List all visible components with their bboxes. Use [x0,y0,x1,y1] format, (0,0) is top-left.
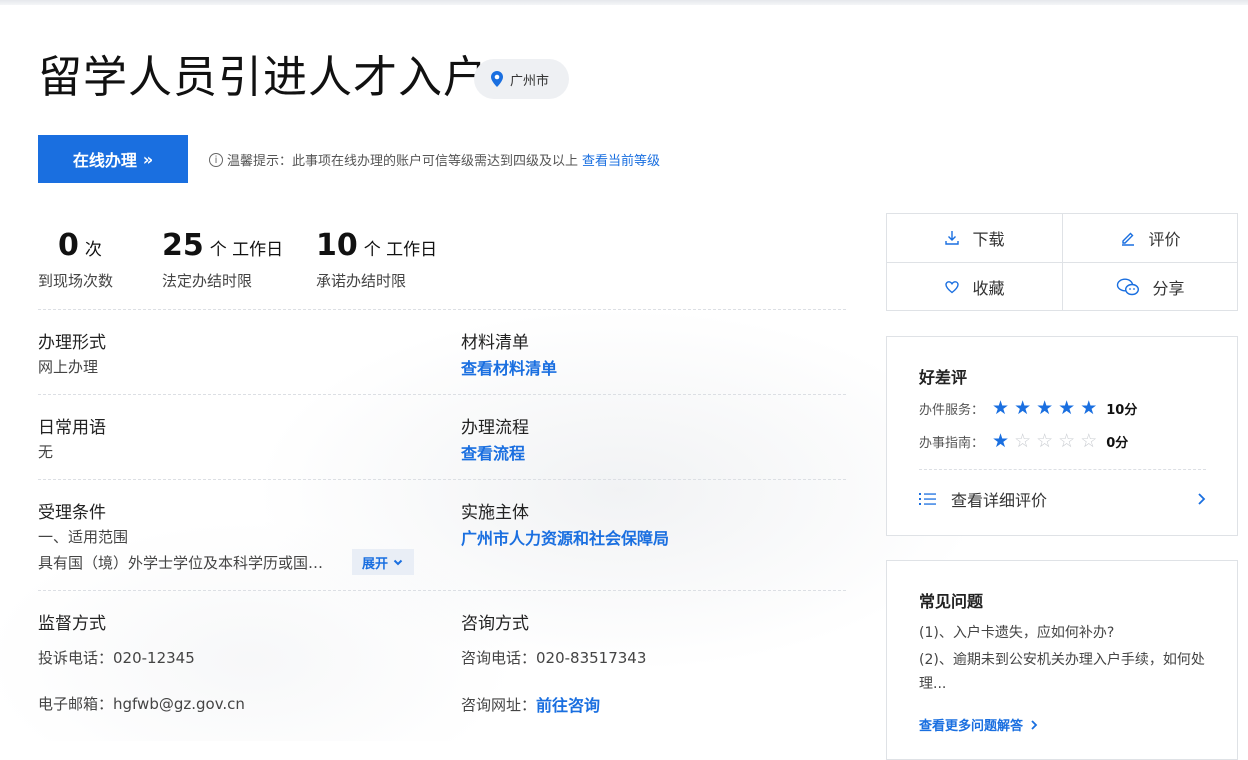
city-badge[interactable]: 广州市 [474,59,570,99]
divider [38,309,846,310]
stat-legal-num: 25 [162,228,204,263]
materials-title: 材料清单 [461,333,529,353]
consult-site-label: 咨询网址： [461,695,537,714]
star-filled-icon: ★ [1014,397,1032,419]
online-apply-label: 在线办理 [72,151,137,170]
top-border [0,0,1248,5]
rating-label: 办件服务： [919,402,985,418]
supervision-email: 电子邮箱：hgfwb@gz.gov.cn [38,695,245,713]
rating-title: 好差评 [919,368,968,387]
stat-promised-limit: 10 个 工作日 承诺办结时限 [316,228,437,291]
view-detail-label: 查看详细评价 [951,491,1048,510]
download-label: 下载 [972,230,1005,249]
divider [38,394,846,395]
heart-icon [945,281,960,294]
consult-site-link[interactable]: 前往咨询 [536,692,600,716]
rate-button[interactable]: 评价 [1063,214,1238,262]
star-rating: ★ ★ ★ ★ ★ [992,398,1102,418]
list-icon [919,493,936,505]
rating-label: 办事指南： [919,435,985,451]
info-icon: i [209,152,223,167]
star-empty-icon: ☆ [1036,430,1054,452]
location-pin-icon [491,71,503,87]
consult-phone: 咨询电话：020-83517343 [461,649,647,667]
wechat-icon [1117,278,1140,296]
chevron-right-icon [1198,493,1206,505]
terms-value: 无 [38,443,54,461]
chevron-right-icon [1031,719,1038,730]
rating-score: 0分 [1106,435,1129,451]
consult-title: 咨询方式 [461,614,529,634]
star-filled-icon: ★ [992,430,1010,452]
form-value: 网上办理 [38,358,99,376]
stat-promised-num: 10 [316,228,358,263]
star-filled-icon: ★ [1080,397,1098,419]
stat-promised-unit: 个 工作日 [363,240,438,260]
stat-visits: 0次 到现场次数 [38,228,113,291]
expand-label: 展开 [361,556,388,572]
divider [38,590,846,591]
rate-label: 评价 [1148,230,1181,249]
agency-title: 实施主体 [461,503,529,523]
city-label: 广州市 [510,73,550,89]
stat-visits-unit: 次 [84,240,102,260]
action-panel: 下载 评价 收藏 分享 [886,213,1238,311]
check-level-link[interactable]: 查看当前等级 [582,150,660,169]
star-empty-icon: ☆ [1080,430,1098,452]
rating-score: 10分 [1106,402,1138,418]
favorite-label: 收藏 [972,279,1005,298]
rating-card: 好差评 办件服务： ★ ★ ★ ★ ★ 10分 办事指南： ★ ☆ ☆ ☆ ☆ 0分 查看详细评… [886,336,1238,536]
page-title: 留学人员引进人才入户 [38,52,488,103]
tip-notice: i 温馨提示：此事项在线办理的账户可信等级需达到四级及以上 查看当前等级 [209,150,660,169]
stat-legal-label: 法定办结时限 [162,272,253,290]
faq-title: 常见问题 [919,592,984,611]
supervision-phone: 投诉电话：020-12345 [38,649,195,667]
stat-legal-unit: 个 工作日 [209,240,284,260]
view-detail-rating[interactable]: 查看详细评价 [919,487,1206,511]
terms-title: 日常用语 [38,418,106,438]
download-button[interactable]: 下载 [887,214,1062,262]
share-button[interactable]: 分享 [1063,263,1238,311]
rating-row-service: 办件服务： ★ ★ ★ ★ ★ 10分 [919,398,1137,418]
share-label: 分享 [1152,279,1185,298]
divider [38,479,846,480]
chevron-down-icon [393,559,403,566]
conditions-title: 受理条件 [38,503,106,523]
star-filled-icon: ★ [992,397,1010,419]
stat-legal-limit: 25 个 工作日 法定办结时限 [162,228,283,291]
process-title: 办理流程 [461,418,529,438]
consult-site: 咨询网址： 前往咨询 [461,692,600,716]
stat-promised-label: 承诺办结时限 [316,272,407,290]
materials-link[interactable]: 查看材料清单 [461,355,557,379]
supervision-title: 监督方式 [38,614,106,634]
agency-link[interactable]: 广州市人力资源和社会保障局 [461,525,669,549]
edit-icon [1122,232,1135,246]
divider [919,469,1206,470]
process-link[interactable]: 查看流程 [461,440,525,464]
faq-more-label: 查看更多问题解答 [919,719,1024,734]
star-empty-icon: ☆ [1058,430,1076,452]
expand-button[interactable]: 展开 [352,549,414,575]
star-filled-icon: ★ [1058,397,1076,419]
double-chevron-right-icon: » [142,149,154,169]
rating-row-guide: 办事指南： ★ ☆ ☆ ☆ ☆ 0分 [919,431,1128,451]
star-empty-icon: ☆ [1014,430,1032,452]
faq-card: 常见问题 (1)、入户卡遗失，应如何补办? (2)、逾期未到公安机关办理入户手续… [886,560,1238,760]
conditions-line2: 具有国（境）外学士学位及本科学历或国… [38,554,324,572]
online-apply-button[interactable]: 在线办理 » [38,135,188,183]
form-title: 办理形式 [38,333,106,353]
conditions-line1: 一、适用范围 [38,528,129,546]
star-rating: ★ ☆ ☆ ☆ ☆ [992,431,1102,451]
stat-visits-num: 0 [58,228,79,263]
favorite-button[interactable]: 收藏 [887,263,1062,311]
faq-item[interactable]: (1)、入户卡遗失，应如何补办? [919,621,1209,645]
stat-visits-label: 到现场次数 [38,272,114,290]
download-icon [945,231,960,245]
faq-item[interactable]: (2)、逾期未到公安机关办理入户手续，如何处理... [919,648,1209,696]
tip-text: 温馨提示：此事项在线办理的账户可信等级需达到四级及以上 [227,154,579,169]
star-filled-icon: ★ [1036,397,1054,419]
faq-more-link[interactable]: 查看更多问题解答 [919,715,1039,734]
